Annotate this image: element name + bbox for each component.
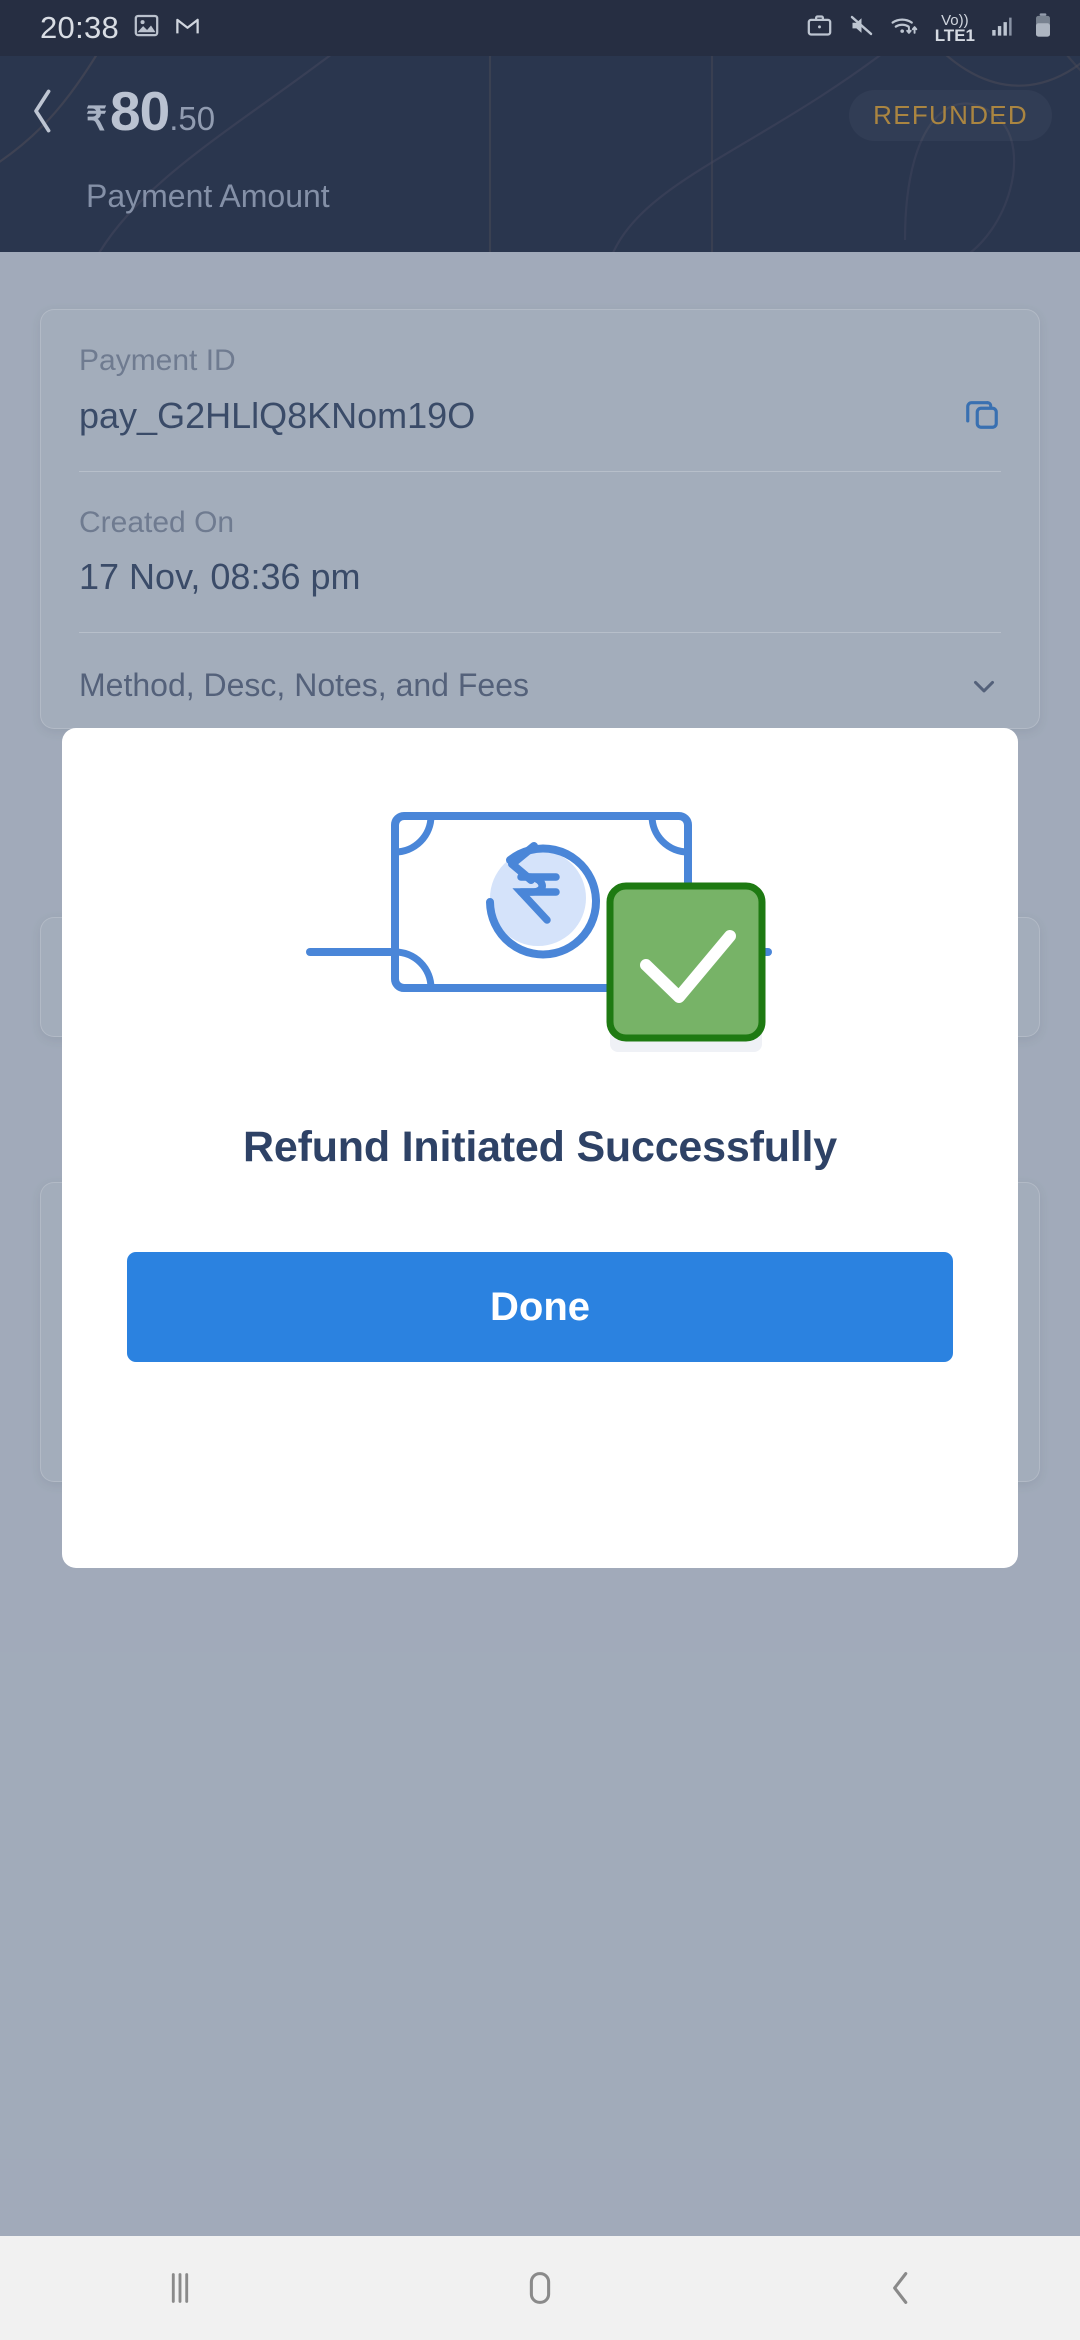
refund-success-dialog: Refund Initiated Successfully Done — [62, 728, 1018, 1568]
recents-icon — [171, 2273, 189, 2303]
recents-button[interactable] — [80, 2236, 280, 2340]
home-icon — [529, 2272, 551, 2304]
nav-back-icon — [893, 2272, 908, 2304]
refund-banknote-check-illustration — [290, 776, 790, 1081]
nav-back-button[interactable] — [800, 2236, 1000, 2340]
phone-screen: 20:38 Vo)) LTE1 ₹ 80 .50 REFUNDED Paymen… — [0, 0, 1080, 2340]
home-button[interactable] — [440, 2236, 640, 2340]
dialog-title: Refund Initiated Successfully — [243, 1123, 837, 1171]
system-nav-bar — [0, 2236, 1080, 2340]
done-button[interactable]: Done — [127, 1252, 953, 1362]
